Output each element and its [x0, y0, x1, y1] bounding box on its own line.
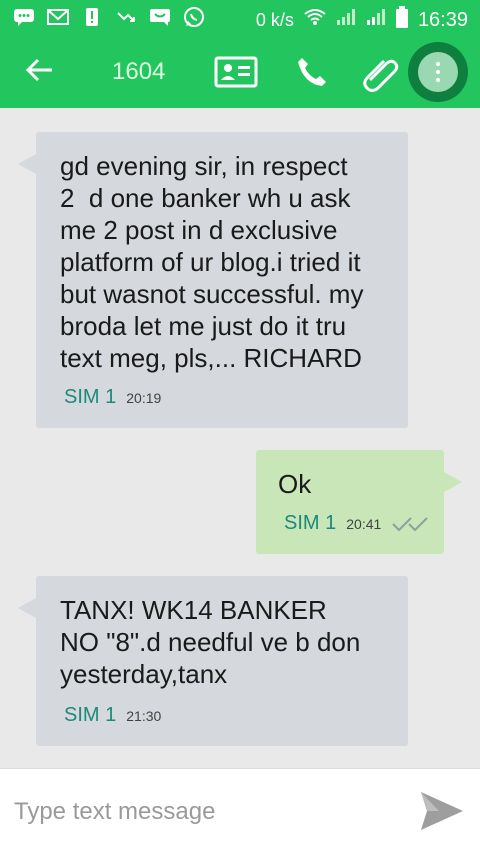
message-text: TANX! WK14 BANKER NO "8".d needful ve b …: [60, 595, 361, 689]
message-input[interactable]: [12, 793, 396, 831]
more-vert-icon: [418, 52, 458, 92]
notification-icons: [12, 6, 206, 28]
message-list[interactable]: gd evening sir, in respect 2 d one banke…: [0, 108, 480, 768]
whatsapp-icon: [182, 6, 206, 28]
attach-button[interactable]: [358, 52, 402, 92]
top-bar: 0 k/s 16:39 1604: [0, 0, 480, 108]
message-meta: SIM 1 21:30: [64, 704, 161, 727]
double-check-icon: [392, 516, 429, 531]
message-meta: SIM 1 20:41: [284, 512, 433, 535]
message-icon: [148, 6, 172, 28]
message-bubble-incoming[interactable]: TANX! WK14 BANKER NO "8".d needful ve b …: [18, 576, 408, 746]
message-time: 21:30: [126, 707, 162, 724]
more-options-button[interactable]: [408, 42, 468, 102]
attach-icon: [363, 59, 399, 92]
contact-card-icon: [214, 56, 258, 88]
sim-label: SIM 1: [64, 386, 117, 408]
battery-icon: [395, 6, 408, 34]
message-bubble-outgoing[interactable]: Ok SIM 1 20:41: [256, 450, 462, 554]
missed-call-icon: [114, 6, 138, 28]
chat-icon: [12, 6, 36, 28]
sim-label: SIM 1: [284, 512, 337, 534]
message-meta: SIM 1 20:19: [64, 386, 161, 409]
message-time: 20:19: [126, 389, 162, 406]
back-arrow-icon: [25, 58, 52, 82]
system-status: 0 k/s 16:39: [256, 6, 468, 34]
message-time: 20:41: [346, 515, 382, 532]
gmail-icon: [46, 6, 70, 28]
message-text: gd evening sir, in respect 2 d one banke…: [60, 151, 364, 373]
action-bar: 1604: [0, 36, 480, 108]
message-bubble-incoming[interactable]: gd evening sir, in respect 2 d one banke…: [18, 132, 408, 428]
conversation-title: 1604: [112, 58, 166, 85]
alert-icon: [80, 6, 104, 28]
phone-icon: [298, 58, 326, 86]
message-text: Ok: [278, 469, 312, 499]
contact-button[interactable]: [214, 52, 258, 92]
clock: 16:39: [417, 8, 468, 31]
call-button[interactable]: [290, 52, 334, 92]
signal-icon: [366, 8, 386, 32]
composer-bar: [0, 768, 480, 855]
wifi-icon: [304, 8, 326, 32]
status-bar: 0 k/s 16:39: [0, 0, 480, 36]
sim-label: SIM 1: [64, 704, 117, 726]
back-button[interactable]: [24, 54, 64, 90]
signal-icon: [336, 8, 356, 32]
send-button[interactable]: [418, 787, 466, 835]
net-speed: 0 k/s: [255, 9, 294, 30]
send-icon: [421, 792, 463, 830]
